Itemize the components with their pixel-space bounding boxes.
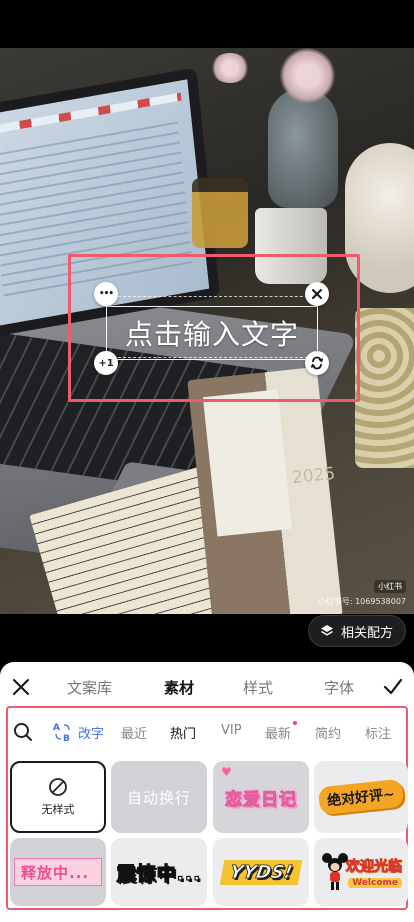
style-card-yyds[interactable]: YYDS! bbox=[213, 838, 309, 906]
heart-icon: ♥ bbox=[221, 765, 232, 779]
planner-label bbox=[202, 389, 293, 537]
planner-year: 2025 bbox=[291, 463, 337, 489]
style-releasing-label: 释放中... bbox=[14, 858, 102, 886]
style-yyds-label: YYDS! bbox=[219, 859, 303, 885]
style-none-label: 无样式 bbox=[41, 803, 75, 816]
category-newest[interactable]: 最新 bbox=[265, 723, 291, 742]
style-card-welcome[interactable]: 欢迎光临 Welcome bbox=[314, 838, 408, 906]
style-card-none[interactable]: 无样式 bbox=[10, 761, 106, 833]
overlay-text[interactable]: 点击输入文字 bbox=[125, 313, 299, 353]
new-indicator-dot bbox=[293, 721, 297, 725]
pattern-pouch bbox=[355, 308, 414, 468]
style-card-releasing[interactable]: 释放中... bbox=[10, 838, 106, 906]
style-love-diary-label: 恋爱日记 bbox=[225, 789, 297, 810]
tab-fonts[interactable]: 字体 bbox=[324, 677, 354, 698]
category-vip[interactable]: VIP bbox=[221, 723, 242, 738]
search-icon[interactable] bbox=[13, 722, 33, 742]
ab-transform-icon: A B bbox=[53, 723, 70, 743]
style-auto-wrap-label: 自动换行 bbox=[126, 788, 191, 807]
svg-text:A: A bbox=[53, 723, 60, 733]
watermark-id: 小红书号: 1069538007 bbox=[317, 597, 406, 606]
tab-copy-library[interactable]: 文案库 bbox=[67, 677, 112, 698]
glass-vase bbox=[268, 88, 338, 208]
category-recent[interactable]: 最近 bbox=[121, 723, 147, 742]
check-icon bbox=[383, 678, 403, 695]
delete-text-handle[interactable] bbox=[305, 282, 329, 306]
more-icon: ••• bbox=[98, 289, 114, 299]
category-hot[interactable]: 热门 bbox=[170, 723, 196, 742]
category-annotation[interactable]: 标注 bbox=[365, 723, 391, 742]
close-icon bbox=[13, 679, 29, 695]
plus-one-label: +1 bbox=[98, 357, 114, 369]
style-card-praise[interactable]: 绝对好评~ bbox=[314, 761, 408, 833]
rotate-icon bbox=[310, 356, 324, 370]
category-edit-text[interactable]: 改字 bbox=[78, 723, 104, 742]
related-recipe-label: 相关配方 bbox=[340, 625, 393, 641]
candle-jar bbox=[192, 178, 248, 248]
rose-flower-small bbox=[210, 53, 250, 83]
style-card-shocked[interactable]: 震惊中... bbox=[111, 838, 207, 906]
svg-text:B: B bbox=[63, 734, 70, 743]
style-welcome-label: 欢迎光临 bbox=[346, 859, 403, 876]
close-panel-button[interactable] bbox=[9, 675, 33, 699]
welcome-sticker: 欢迎光临 Welcome bbox=[346, 856, 403, 888]
no-style-icon bbox=[49, 778, 67, 796]
style-shocked-label: 震惊中... bbox=[116, 862, 202, 885]
confirm-button[interactable] bbox=[381, 675, 405, 699]
category-simple[interactable]: 简约 bbox=[315, 723, 341, 742]
close-icon bbox=[312, 289, 322, 299]
rose-flower bbox=[280, 48, 335, 103]
panel-tabbar: 文案库 素材 样式 字体 bbox=[0, 662, 414, 712]
text-input-box[interactable]: 点击输入文字 bbox=[106, 306, 318, 360]
rotate-scale-handle[interactable] bbox=[305, 351, 329, 375]
style-card-auto-wrap[interactable]: 自动换行 bbox=[111, 761, 207, 833]
watermark-badge: 小红书 bbox=[374, 580, 406, 593]
mickey-mouse-icon bbox=[322, 853, 348, 890]
layers-icon bbox=[320, 625, 333, 636]
tab-styles[interactable]: 样式 bbox=[243, 677, 273, 698]
duplicate-text-handle[interactable]: +1 bbox=[94, 351, 118, 375]
related-recipe-button[interactable]: 相关配方 bbox=[307, 615, 406, 647]
style-praise-label: 绝对好评~ bbox=[317, 778, 405, 816]
more-options-handle[interactable]: ••• bbox=[94, 282, 118, 306]
style-card-love-diary[interactable]: ♥ 恋爱日记 bbox=[213, 761, 309, 833]
style-welcome-sub: Welcome bbox=[348, 878, 402, 888]
tab-materials[interactable]: 素材 bbox=[164, 677, 194, 698]
